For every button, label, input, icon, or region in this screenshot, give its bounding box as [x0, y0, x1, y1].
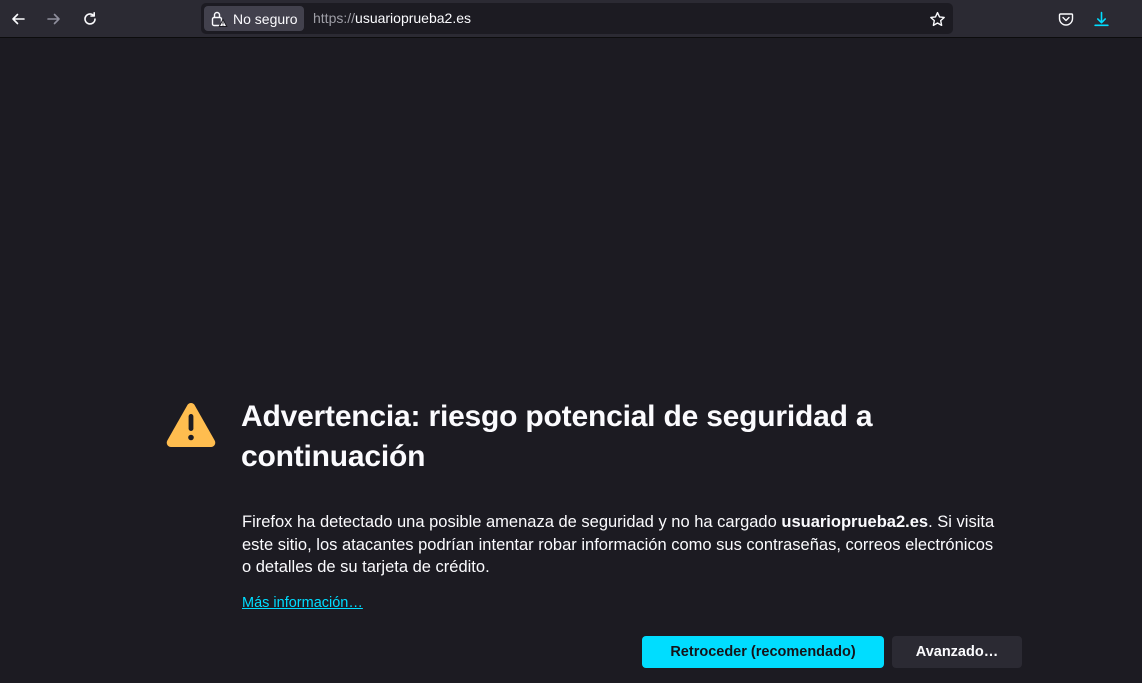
insecure-lock-icon: [211, 11, 228, 27]
browser-toolbar: No seguro https://usuarioprueba2.es: [0, 0, 1142, 38]
download-icon: [1093, 11, 1109, 26]
description-host: usuarioprueba2.es: [781, 513, 929, 531]
arrow-left-icon: [12, 13, 25, 25]
url-text[interactable]: https://usuarioprueba2.es: [313, 10, 471, 26]
warning-icon: [166, 403, 216, 447]
advanced-button[interactable]: Avanzado…: [892, 636, 1022, 668]
description-text: Firefox ha detectado una posible amenaza…: [242, 513, 782, 531]
error-page: Advertencia: riesgo potencial de segurid…: [0, 38, 1142, 683]
go-back-button[interactable]: Retroceder (recomendado): [642, 636, 884, 668]
arrow-right-icon: [47, 13, 60, 25]
star-icon: [929, 11, 945, 26]
url-scheme: https://: [313, 10, 356, 26]
error-description: Firefox ha detectado una posible amenaza…: [242, 511, 1002, 579]
reload-icon: [84, 12, 96, 25]
forward-button[interactable]: [41, 6, 67, 32]
site-identity-button[interactable]: No seguro: [204, 6, 304, 31]
url-bar[interactable]: No seguro https://usuarioprueba2.es: [201, 3, 953, 34]
pocket-icon: [1058, 13, 1074, 26]
downloads-button[interactable]: [1089, 7, 1113, 31]
url-host: usuarioprueba2.es: [355, 10, 472, 26]
back-button[interactable]: [5, 6, 31, 32]
learn-more-link[interactable]: Más información…: [242, 595, 363, 611]
page-title: Advertencia: riesgo potencial de segurid…: [241, 400, 873, 473]
bookmark-button[interactable]: [927, 9, 947, 29]
reload-button[interactable]: [77, 6, 103, 32]
not-secure-label: No seguro: [233, 10, 298, 27]
pocket-button[interactable]: [1054, 7, 1078, 31]
